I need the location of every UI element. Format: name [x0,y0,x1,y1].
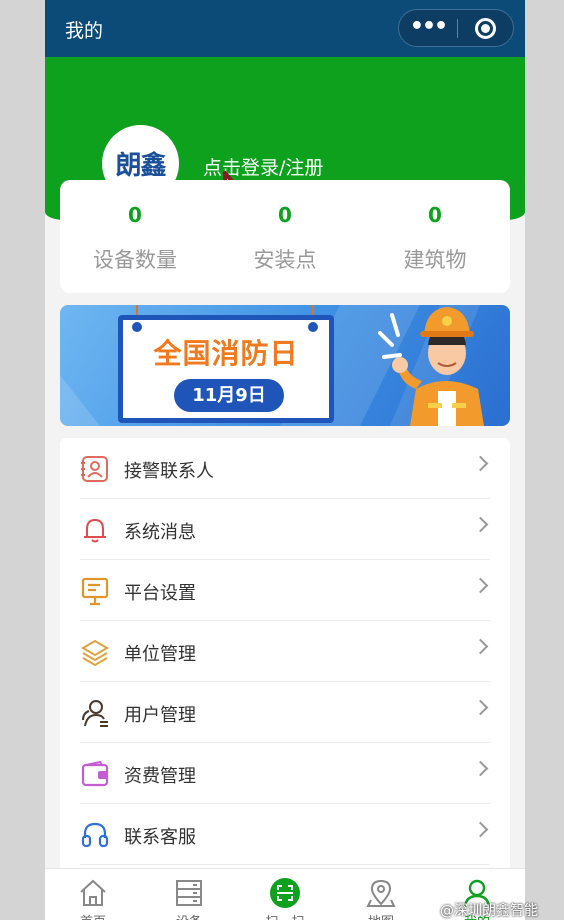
menu-list: 接警联系人 系统消息 平台设置 单位管理 用户管理 资费管理 联系客服 [60,438,510,878]
page-title: 我的 [65,20,104,42]
chevron-right-icon [472,455,489,472]
chevron-right-icon [472,821,489,838]
stats-card: 0 设备数量 0 安装点 0 建筑物 [60,180,510,293]
navigation-bar: 我的 ••• [45,0,525,57]
tab-map[interactable]: 地图 [333,869,429,920]
wallet-icon [81,760,109,787]
tab-home[interactable]: 首页 [45,869,141,920]
menu-item-user-management[interactable]: 用户管理 [80,682,490,743]
tab-devices[interactable]: 设备 [141,869,237,920]
menu-label: 平台设置 [124,583,196,604]
more-dots-icon[interactable]: ••• [399,10,457,46]
chevron-right-icon [472,760,489,777]
map-pin-icon [366,879,396,907]
logo-char-1: 朗 [115,151,141,181]
chevron-right-icon [472,516,489,533]
menu-label: 联系客服 [124,827,196,848]
banner-board: 全国消防日 11月9日 [118,315,334,423]
stat-label: 设备数量 [93,248,177,272]
chevron-right-icon [472,699,489,716]
menu-item-alarm-contacts[interactable]: 接警联系人 [80,438,490,499]
menu-label: 资费管理 [124,766,196,787]
scan-icon [270,878,300,908]
menu-item-platform-settings[interactable]: 平台设置 [80,560,490,621]
mini-program-capsule: ••• [398,9,514,47]
firefighter-illustration [378,307,484,426]
menu-item-unit-management[interactable]: 单位管理 [80,621,490,682]
users-icon [82,700,108,727]
contact-card-icon [81,456,108,482]
banner-date: 11月9日 [174,379,284,412]
presentation-board-icon [81,577,109,606]
stat-value: 0 [428,203,442,227]
layers-icon [81,639,109,667]
menu-label: 单位管理 [124,644,196,665]
tab-scan[interactable]: 扫一扫 [237,869,333,920]
logo-char-2: 鑫 [140,151,167,181]
tab-label: 扫一扫 [237,911,333,920]
home-icon [80,879,106,906]
tab-label: 设备 [141,911,237,920]
stat-value: 0 [278,203,292,227]
target-icon[interactable] [475,18,496,39]
menu-item-customer-service[interactable]: 联系客服 [80,804,490,865]
menu-label: 系统消息 [124,522,196,543]
chevron-right-icon [472,638,489,655]
banner-pin-right [308,322,318,332]
stat-label: 建筑物 [403,248,467,272]
stat-label: 安装点 [253,248,317,272]
phone-screen: 我的 ••• 朗鑫 点击登录/注册 0 设备数量 0 安装点 0 建筑物 全国消… [45,0,525,920]
menu-item-system-messages[interactable]: 系统消息 [80,499,490,560]
stat-value: 0 [128,203,142,227]
server-icon [176,880,202,906]
source-watermark: @深圳朗鑫智能 [440,903,538,919]
banner-title: 全国消防日 [153,337,299,370]
tab-label: 首页 [45,911,141,920]
menu-label: 接警联系人 [124,461,214,482]
capsule-divider [457,19,458,38]
chevron-right-icon [472,577,489,594]
headset-icon [81,822,109,848]
bell-icon [84,518,106,543]
menu-label: 用户管理 [124,705,196,726]
tab-label: 地图 [333,911,429,920]
menu-item-fee-management[interactable]: 资费管理 [80,743,490,804]
fire-day-banner[interactable]: 全国消防日 11月9日 [60,305,510,426]
banner-pin-left [132,322,142,332]
